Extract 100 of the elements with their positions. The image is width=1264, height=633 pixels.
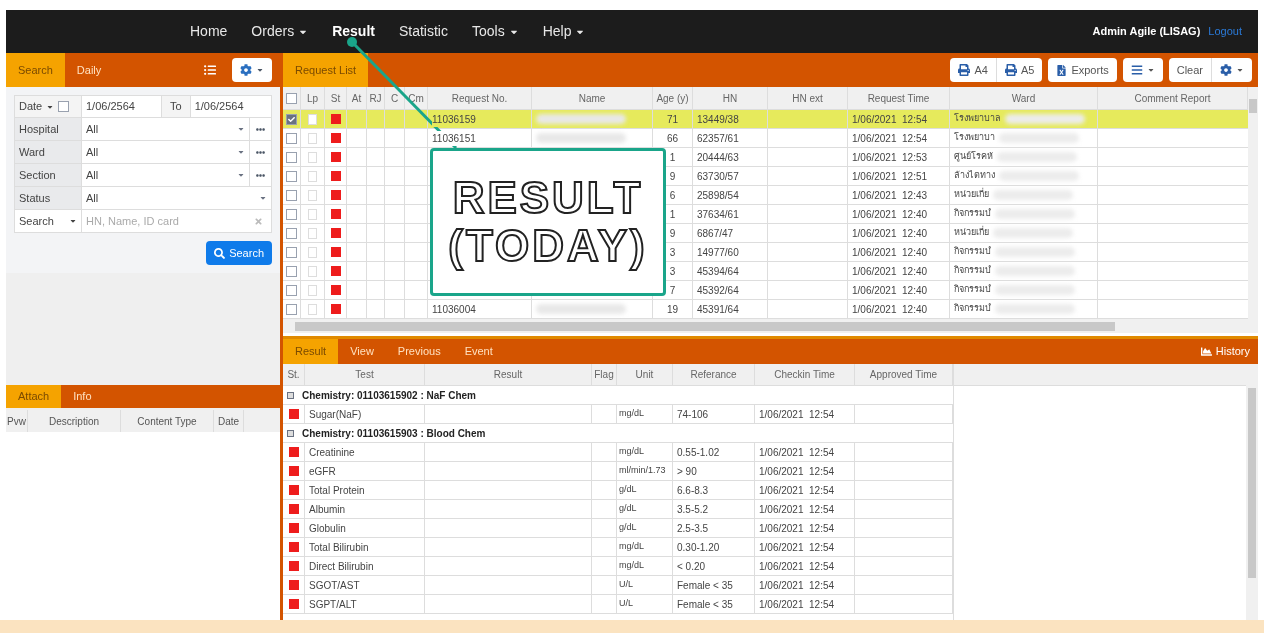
document-icon	[308, 113, 317, 125]
document-icon	[308, 189, 317, 201]
collapse-icon[interactable]	[287, 429, 294, 437]
table-cell: หน่วยเกี่ย	[954, 188, 989, 202]
table-cell-text: 1/06/2021 12:54	[759, 407, 835, 422]
table-cell: กิจกรรมบํ	[954, 283, 991, 297]
column-header: Referance	[673, 364, 755, 385]
table-cell-text: 14977/60	[697, 245, 739, 260]
document-icon	[308, 151, 317, 163]
checkbox[interactable]	[286, 284, 297, 296]
select-field[interactable]: All	[81, 118, 249, 140]
checkbox[interactable]	[286, 246, 297, 258]
table-cell-text: eGFR	[309, 464, 336, 479]
table-cell: g/dL	[619, 483, 637, 497]
table-cell: โรงพยาบาล	[954, 112, 1001, 126]
table-cell: mg/dL	[619, 445, 644, 459]
table-cell-text: 1	[669, 150, 676, 165]
column-header: Result	[425, 364, 592, 385]
column-header: At	[347, 87, 367, 109]
nav-link[interactable]: Orders	[251, 21, 309, 42]
table-cell-text: 6867/47	[697, 226, 734, 241]
nav-link[interactable]: Result	[332, 21, 375, 42]
gear-icon	[1220, 64, 1232, 76]
table-cell-text: 1/06/2021 12:54	[759, 597, 835, 612]
tab[interactable]: Result	[283, 339, 339, 364]
table-cell-text: 19	[666, 302, 679, 317]
nav-link[interactable]: Help	[542, 21, 586, 42]
table-row[interactable]: 11036004 19 45391/64 1/06/2021 12:40 กิจกรรมบํ	[283, 300, 1248, 319]
checkbox[interactable]	[286, 132, 297, 144]
table-cell-text: 1/06/2021 12:40	[852, 264, 928, 279]
caret-icon	[237, 148, 245, 156]
caret-icon	[256, 66, 264, 74]
tab[interactable]: Search	[6, 53, 65, 87]
checkbox[interactable]	[286, 113, 297, 125]
caret-icon	[237, 125, 245, 133]
column-header: HN	[693, 87, 768, 109]
table-cell: กิจกรรมบํ	[954, 245, 991, 259]
table-cell-text: 3.5-5.2	[677, 502, 709, 517]
print-a5-button[interactable]: A5	[995, 58, 1043, 82]
checkbox[interactable]	[286, 303, 297, 315]
checkbox[interactable]	[286, 208, 297, 220]
table-cell-text: 1/06/2021 12:54	[759, 521, 835, 536]
settings-button[interactable]	[232, 58, 272, 82]
search-button[interactable]: Search	[206, 241, 272, 265]
exports-button[interactable]: Exports	[1048, 58, 1117, 82]
table-cell-text: 37634/61	[697, 207, 739, 222]
table-cell-text: 2.5-3.5	[677, 521, 709, 536]
table-cell-text: 1	[669, 207, 676, 222]
history-link[interactable]: History	[1200, 343, 1250, 360]
select-field[interactable]: All	[81, 141, 249, 163]
checkbox[interactable]	[286, 189, 297, 201]
table-cell-text: Female < 35	[677, 578, 733, 593]
document-icon	[308, 303, 317, 315]
horizontal-scrollbar[interactable]	[283, 319, 1248, 333]
table-cell-text: 66	[666, 131, 679, 146]
collapse-icon[interactable]	[287, 391, 294, 399]
logout-link[interactable]: Logout	[1208, 23, 1242, 40]
document-icon	[308, 265, 317, 277]
table-cell-text: Globulin	[309, 521, 346, 536]
column-header: Ward	[950, 87, 1098, 109]
table-cell-text: 1/06/2021 12:54	[759, 445, 835, 460]
print-a4-button[interactable]: A4	[950, 58, 996, 82]
column-header: Test	[305, 364, 425, 385]
table-row[interactable]: 11036159 71 13449/38 1/06/2021 12:54 โรงพยาบาล	[283, 110, 1248, 129]
nav-link[interactable]: Home	[190, 21, 228, 42]
table-cell: 11036151	[432, 130, 476, 146]
table-cell-text: SGOT/AST	[309, 578, 360, 593]
document-icon	[308, 227, 317, 239]
printer-icon	[1004, 64, 1017, 76]
list-icon[interactable]	[204, 64, 216, 76]
checkbox[interactable]	[286, 92, 297, 104]
checkbox[interactable]	[286, 227, 297, 239]
table-cell: กิจกรรมบํ	[954, 264, 991, 278]
table-cell-text: 1/06/2021 12:54	[759, 464, 835, 479]
group-row[interactable]: Chemistry: 01103615902 : NaF Chem	[283, 386, 953, 405]
table-cell-text: Creatinine	[309, 445, 355, 460]
table-cell-text: 6.6-8.3	[677, 483, 709, 498]
checkbox[interactable]	[286, 170, 297, 182]
table-cell-text: 9	[669, 169, 676, 184]
checkbox[interactable]	[286, 151, 297, 163]
vertical-scrollbar[interactable]	[1248, 87, 1258, 333]
table-row[interactable]: 11036151 66 62357/61 1/06/2021 12:54 โรงพยาบา	[283, 129, 1248, 148]
table-cell-text: 1/06/2021 12:54	[759, 559, 835, 574]
group-row[interactable]: Chemistry: 01103615903 : Blood Chem	[283, 424, 953, 443]
column-header: Checkin Time	[755, 364, 855, 385]
checkbox[interactable]	[286, 265, 297, 277]
select-field[interactable]: All	[81, 187, 271, 209]
field-label: Ward	[15, 141, 81, 163]
table-cell-text: 1/06/2021 12:54	[852, 112, 928, 127]
vertical-scrollbar[interactable]	[1246, 364, 1258, 620]
tab[interactable]: Request List	[283, 53, 369, 87]
menu-button[interactable]	[1122, 58, 1163, 82]
select-field[interactable]: All	[81, 164, 249, 186]
table-cell-text: 20444/63	[697, 150, 739, 165]
table-cell: g/dL	[619, 502, 637, 516]
tab[interactable]: Attach	[6, 385, 62, 408]
document-icon	[308, 246, 317, 258]
nav-link[interactable]: Tools	[471, 21, 519, 42]
nav-link[interactable]: Statistic	[398, 21, 448, 42]
table-cell-text: 1/06/2021 12:54	[759, 540, 835, 555]
